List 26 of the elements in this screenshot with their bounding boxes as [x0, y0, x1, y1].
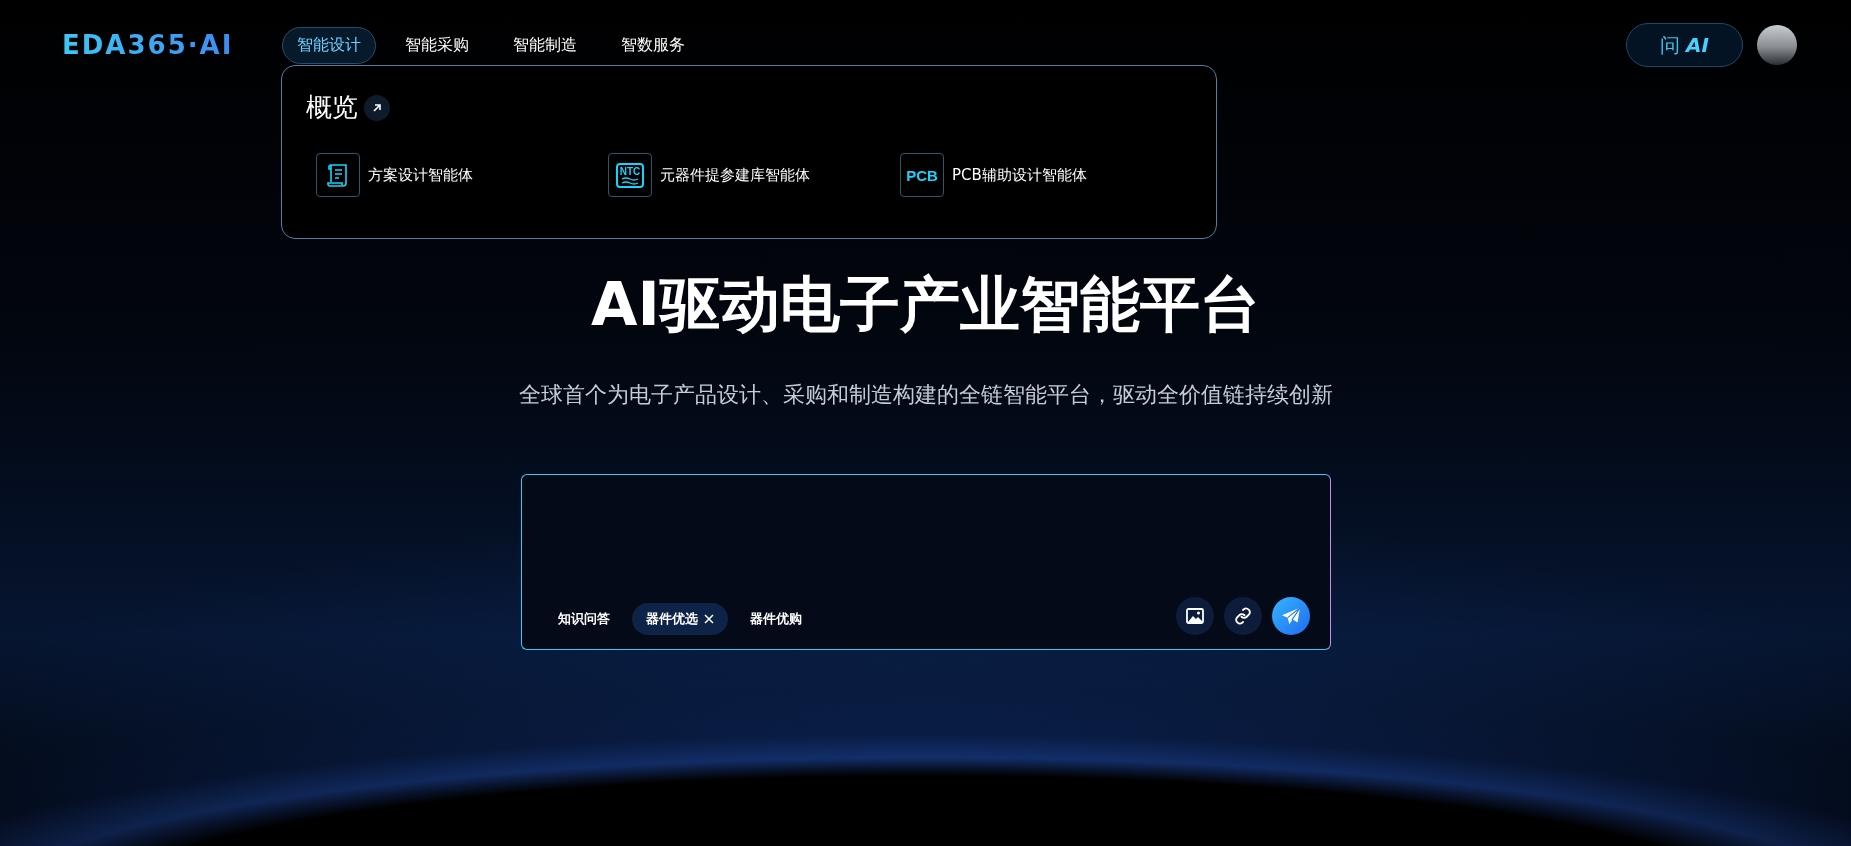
nav-tab[interactable]: 智能制造 [498, 26, 592, 64]
close-icon[interactable] [703, 614, 714, 624]
document-icon[interactable] [316, 153, 360, 197]
pcb-icon[interactable]: PCB [900, 153, 944, 197]
hero-subtitle: 全球首个为电子产品设计、采购和制造构建的全链智能平台，驱动全价值链持续创新 [518, 381, 1333, 409]
send-button[interactable] [1271, 597, 1310, 635]
ask-ai-button[interactable]: 问 AI [1626, 23, 1743, 67]
agent-link[interactable]: PCB辅助设计智能体 [952, 165, 1087, 185]
chat-input[interactable]: 知识问答 器件优选 器件优购 [520, 474, 1331, 650]
avatar[interactable] [1757, 25, 1797, 65]
ntc-icon[interactable]: NTC [608, 153, 652, 197]
agent-link[interactable]: 元器件提参建库智能体 [660, 165, 810, 185]
nav-tab[interactable]: 智数服务 [606, 26, 700, 64]
link-icon [1233, 607, 1252, 625]
mode-chip[interactable]: 知识问答 [543, 603, 624, 635]
link-button[interactable] [1223, 597, 1262, 635]
hero-title: AI驱动电子产业智能平台 [591, 268, 1260, 341]
image-button[interactable] [1175, 597, 1214, 635]
mode-chip[interactable]: 器件优购 [735, 603, 816, 635]
dropdown-title: 概览 [306, 91, 358, 124]
agent-link[interactable]: 方案设计智能体 [368, 165, 473, 185]
nav-tab[interactable]: 智能设计 [282, 26, 376, 64]
send-icon [1280, 607, 1301, 625]
nav-tab[interactable]: 智能采购 [390, 26, 484, 64]
mode-chip[interactable]: 器件优选 [631, 603, 728, 635]
image-icon [1185, 608, 1204, 624]
